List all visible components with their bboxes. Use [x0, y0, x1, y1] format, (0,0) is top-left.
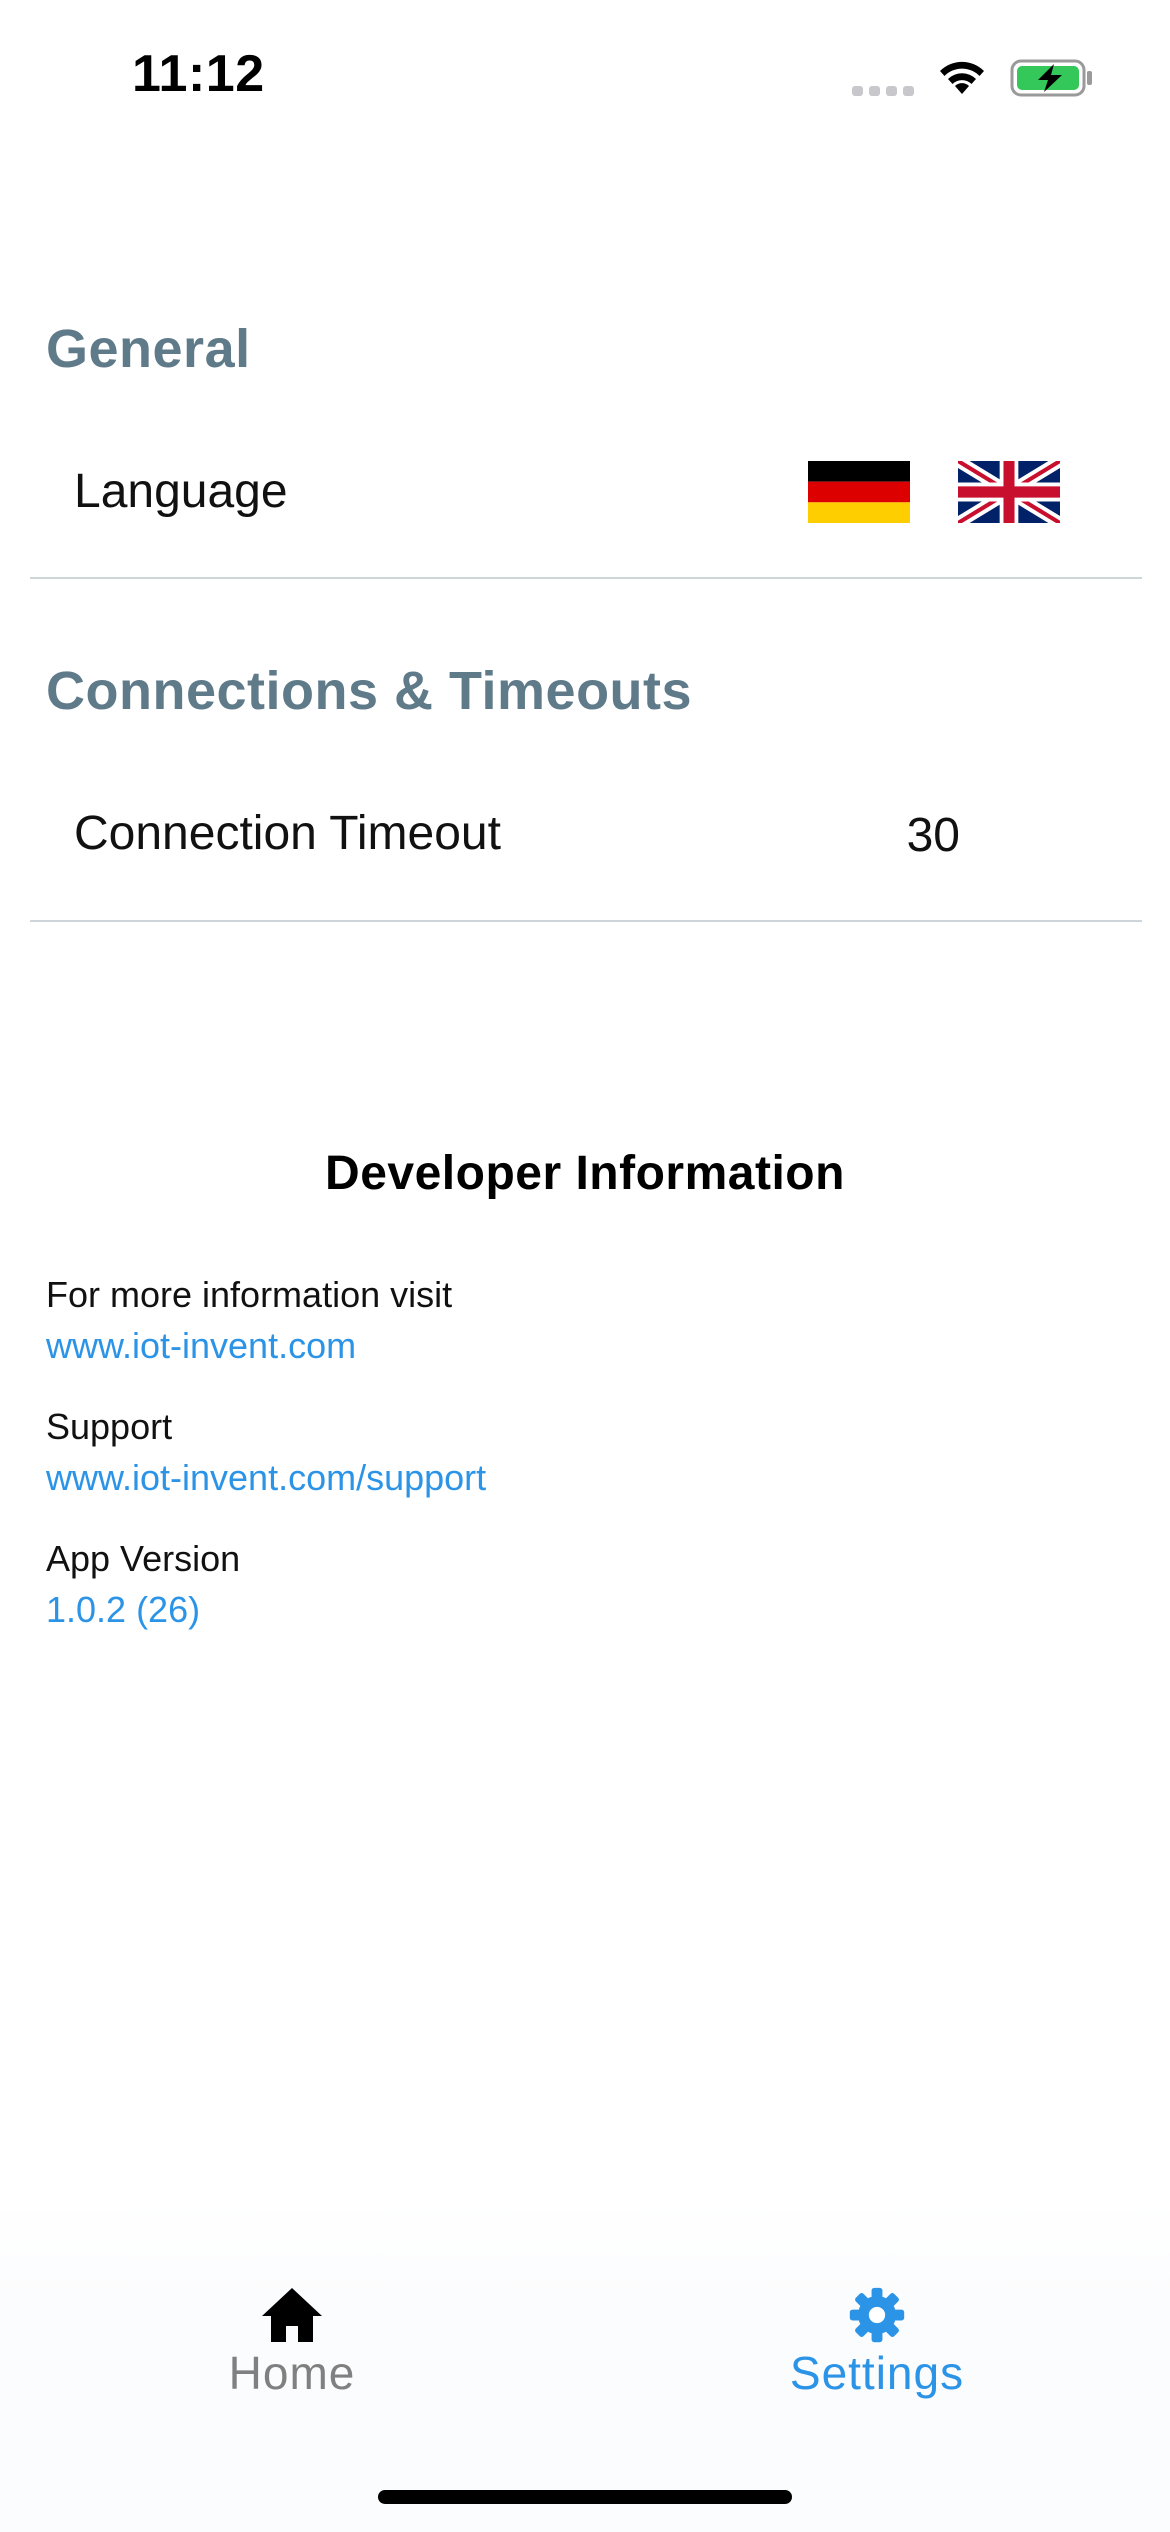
battery-charging-icon — [1010, 59, 1092, 97]
home-icon — [262, 2288, 322, 2342]
tab-home[interactable]: Home — [142, 2286, 442, 2400]
support-label: Support — [46, 1406, 173, 1447]
home-indicator[interactable] — [378, 2490, 792, 2504]
gear-icon — [849, 2287, 905, 2343]
support-link[interactable]: www.iot-invent.com/support — [46, 1457, 486, 1499]
connections-divider — [30, 920, 1142, 922]
connection-timeout-value[interactable]: 30 — [907, 808, 960, 863]
language-label: Language — [74, 465, 288, 518]
website-link[interactable]: www.iot-invent.com — [46, 1325, 356, 1367]
tab-settings-label: Settings — [789, 2347, 965, 2399]
developer-info-title: Developer Information — [325, 1147, 845, 1200]
status-time: 11:12 — [132, 45, 265, 103]
connection-timeout-label: Connection Timeout — [74, 807, 501, 860]
german-flag-icon[interactable] — [808, 461, 910, 523]
cellular-signal-icon — [852, 86, 914, 96]
app-version-value: 1.0.2 (26) — [46, 1589, 201, 1630]
wifi-icon — [940, 61, 984, 94]
more-info-label: For more information visit — [46, 1274, 453, 1315]
uk-flag-icon[interactable] — [958, 461, 1060, 523]
app-version-label: App Version — [46, 1538, 241, 1579]
general-section-header: General — [46, 319, 251, 379]
settings-screen: 11:12 General Language Connections & Tim… — [0, 0, 1170, 2532]
connections-section-header: Connections & Timeouts — [46, 661, 693, 721]
tab-settings[interactable]: Settings — [727, 2286, 1027, 2400]
general-divider — [30, 577, 1142, 579]
tab-home-label: Home — [228, 2347, 356, 2399]
